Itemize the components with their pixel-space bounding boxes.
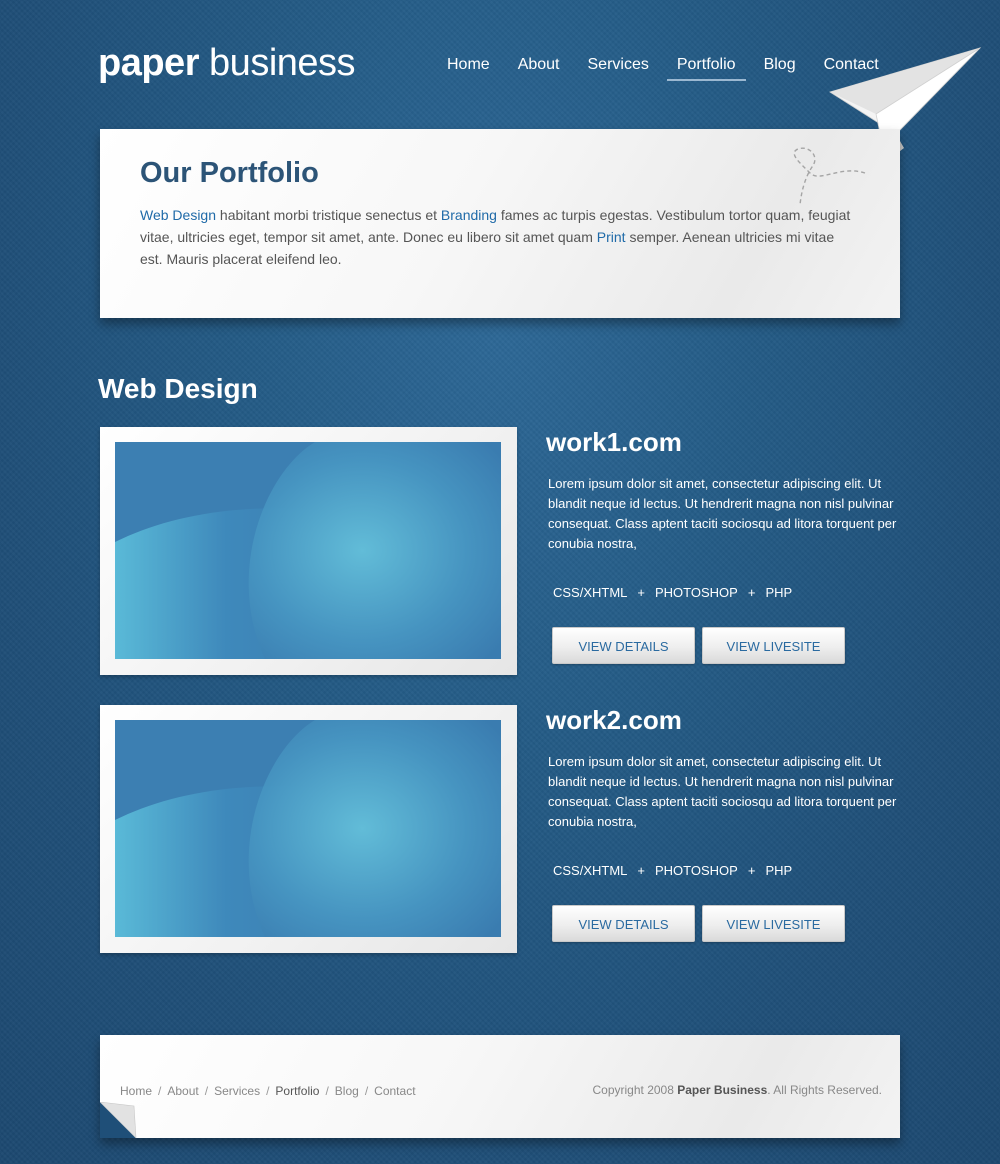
portfolio-item: work1.com Lorem ipsum dolor sit amet, co… xyxy=(100,427,900,675)
work-thumbnail-frame[interactable] xyxy=(100,427,517,675)
logo-light: business xyxy=(209,42,356,84)
footer-link-portfolio[interactable]: Portfolio xyxy=(275,1084,319,1098)
crumb-separator: / xyxy=(158,1084,162,1098)
intro-text: Web Design habitant morbi tristique sene… xyxy=(140,204,860,270)
work-screenshot xyxy=(115,720,501,937)
work-screenshot xyxy=(115,442,501,659)
page-title: Our Portfolio xyxy=(140,157,319,189)
work-title[interactable]: work1.com xyxy=(546,427,682,458)
copyright-brand: Paper Business xyxy=(677,1083,768,1097)
nav-portfolio[interactable]: Portfolio xyxy=(666,56,746,81)
view-livesite-button[interactable]: VIEW LIVESITE xyxy=(702,627,845,664)
nav-about[interactable]: About xyxy=(508,56,570,78)
tech-separator: + xyxy=(747,863,756,878)
footer-nav: Home / About / Services / Portfolio / Blog / Conta… xyxy=(120,1084,416,1098)
crumb-separator: / xyxy=(266,1084,270,1098)
section-title: Web Design xyxy=(98,373,258,404)
footer-link-about[interactable]: About xyxy=(167,1084,198,1098)
view-details-button[interactable]: VIEW DETAILS xyxy=(552,905,695,942)
work-description: Lorem ipsum dolor sit amet, consectetur … xyxy=(548,754,897,829)
web-design-link[interactable]: Web Design xyxy=(140,207,216,223)
portfolio-item: work2.com Lorem ipsum dolor sit amet, co… xyxy=(100,705,900,953)
work-technologies: CSS/XHTML + PHOTOSHOP + PHP xyxy=(548,585,797,600)
work-thumbnail-frame[interactable] xyxy=(100,705,517,953)
tech-separator: + xyxy=(747,585,756,600)
print-link[interactable]: Print xyxy=(597,229,626,245)
intro-text-part: habitant morbi tristique senectus et xyxy=(216,207,441,223)
footer-link-services[interactable]: Services xyxy=(214,1084,260,1098)
tech-separator: + xyxy=(637,585,645,600)
tech-tag: CSS/XHTML xyxy=(553,863,628,878)
work-description: Lorem ipsum dolor sit amet, consectetur … xyxy=(548,476,897,551)
footer-link-home[interactable]: Home xyxy=(120,1084,152,1098)
nav-services[interactable]: Services xyxy=(578,56,659,78)
work-title[interactable]: work2.com xyxy=(546,705,682,736)
flight-path-decoration xyxy=(793,147,866,206)
view-details-button[interactable]: VIEW DETAILS xyxy=(552,627,695,664)
tech-tag: PHOTOSHOP xyxy=(655,863,738,878)
page-curl-decoration xyxy=(100,1102,137,1138)
nav-home[interactable]: Home xyxy=(437,56,500,78)
crumb-separator: / xyxy=(325,1084,329,1098)
copyright: Copyright 2008 Paper Business. All Right… xyxy=(593,1083,883,1097)
copyright-suffix: . All Rights Reserved. xyxy=(767,1083,882,1097)
logo-bold: paper xyxy=(98,42,199,84)
copyright-prefix: Copyright 2008 xyxy=(592,1083,678,1097)
tech-tag: PHOTOSHOP xyxy=(655,585,738,600)
crumb-separator: / xyxy=(204,1084,209,1098)
footer-link-blog[interactable]: Blog xyxy=(335,1084,359,1098)
crumb-separator: / xyxy=(364,1084,369,1098)
footer: Home / About / Services / Portfolio / Blog / Conta… xyxy=(100,1035,900,1138)
tech-tag: PHP xyxy=(765,863,793,878)
branding-link[interactable]: Branding xyxy=(441,207,497,223)
footer-link-contact[interactable]: Contact xyxy=(374,1084,415,1098)
tech-tag: CSS/XHTML xyxy=(553,585,628,600)
tech-tag: PHP xyxy=(765,585,793,600)
view-livesite-button[interactable]: VIEW LIVESITE xyxy=(702,905,845,942)
tech-separator: + xyxy=(637,863,645,878)
nav-blog[interactable]: Blog xyxy=(754,56,806,78)
work-technologies: CSS/XHTML + PHOTOSHOP + PHP xyxy=(548,863,797,878)
site-logo[interactable]: paper business xyxy=(98,42,356,85)
